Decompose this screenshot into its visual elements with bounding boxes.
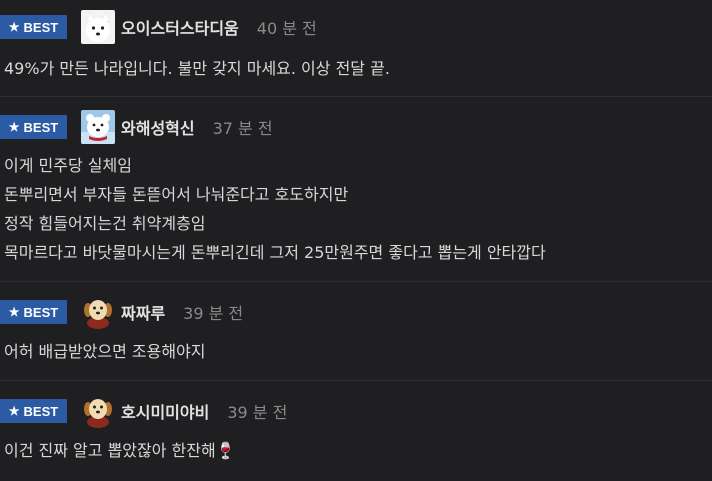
timestamp: 40 분 전: [256, 19, 317, 38]
puppy-avatar[interactable]: [81, 394, 115, 428]
comment-body: 어허 배급받았으면 조용해야지: [4, 337, 206, 366]
comment-line: 이게 민주당 실체임: [4, 156, 132, 175]
comment-line: 돈뿌리면서 부자들 돈뜯어서 나눠준다고 호도하지만: [4, 185, 349, 204]
comment-line: 49%가 만든 나라입니다. 불만 갖지 마세요. 이상 전달 끝.: [4, 59, 390, 78]
best-badge: ★ BEST: [0, 399, 67, 423]
best-badge-label: BEST: [23, 119, 59, 135]
comment-header: ★ BEST 짜짜루 39 분 전: [0, 295, 243, 329]
comment-body: 이게 민주당 실체임 돈뿌리면서 부자들 돈뜯어서 나눠준다고 호도하지만 정작…: [4, 151, 546, 267]
star-icon: ★: [8, 404, 20, 418]
comment-item: ★ BEST 와해성혁신 37 분 전 이게 민주당 실체임 돈뿌리면서 부자들…: [0, 97, 712, 281]
best-badge-label: BEST: [23, 403, 59, 419]
polar-bear-avatar[interactable]: [81, 110, 115, 144]
comment-line: 목마르다고 바닷물마시는게 돈뿌리긴데 그저 25만원주면 좋다고 뽑는게 안타…: [4, 243, 546, 262]
comment-body: 이건 진짜 알고 뽑았잖아 한잔해🍷: [4, 436, 236, 465]
username[interactable]: 짜짜루: [121, 300, 165, 324]
star-icon: ★: [8, 120, 20, 134]
comment-header: ★ BEST 호시미미야비 39 분 전: [0, 394, 287, 428]
timestamp: 39 분 전: [183, 304, 244, 323]
best-badge-label: BEST: [23, 304, 59, 320]
timestamp: 39 분 전: [227, 403, 288, 422]
comment-item: ★ BEST 짜짜루 39 분 전 어허 배급받았으면 조용해야지: [0, 282, 712, 380]
comment-line: 이건 진짜 알고 뽑았잖아 한잔해🍷: [4, 441, 236, 460]
username[interactable]: 오이스터스타디움: [121, 15, 239, 39]
best-badge: ★ BEST: [0, 15, 67, 39]
comment-item: ★ BEST 오이스터스타디움 40 분 전 49%가 만든 나라입니다. 불만…: [0, 0, 712, 96]
username[interactable]: 와해성혁신: [121, 115, 195, 139]
best-badge: ★ BEST: [0, 300, 67, 324]
best-badge: ★ BEST: [0, 115, 67, 139]
star-icon: ★: [8, 305, 20, 319]
comment-line: 정작 힘들어지는건 취약계층임: [4, 214, 206, 233]
comment-line: 어허 배급받았으면 조용해야지: [4, 342, 206, 361]
comment-header: ★ BEST 와해성혁신 37 분 전: [0, 110, 273, 144]
timestamp: 37 분 전: [212, 119, 273, 138]
best-badge-label: BEST: [23, 19, 59, 35]
comment-header: ★ BEST 오이스터스타디움 40 분 전: [0, 10, 317, 44]
comment-item: ★ BEST 호시미미야비 39 분 전 이건 진짜 알고 뽑았잖아 한잔해🍷: [0, 381, 712, 481]
star-icon: ★: [8, 20, 20, 34]
puppy-avatar[interactable]: [81, 295, 115, 329]
white-dog-avatar[interactable]: [81, 10, 115, 44]
username[interactable]: 호시미미야비: [121, 399, 209, 423]
comment-body: 49%가 만든 나라입니다. 불만 갖지 마세요. 이상 전달 끝.: [4, 54, 390, 83]
